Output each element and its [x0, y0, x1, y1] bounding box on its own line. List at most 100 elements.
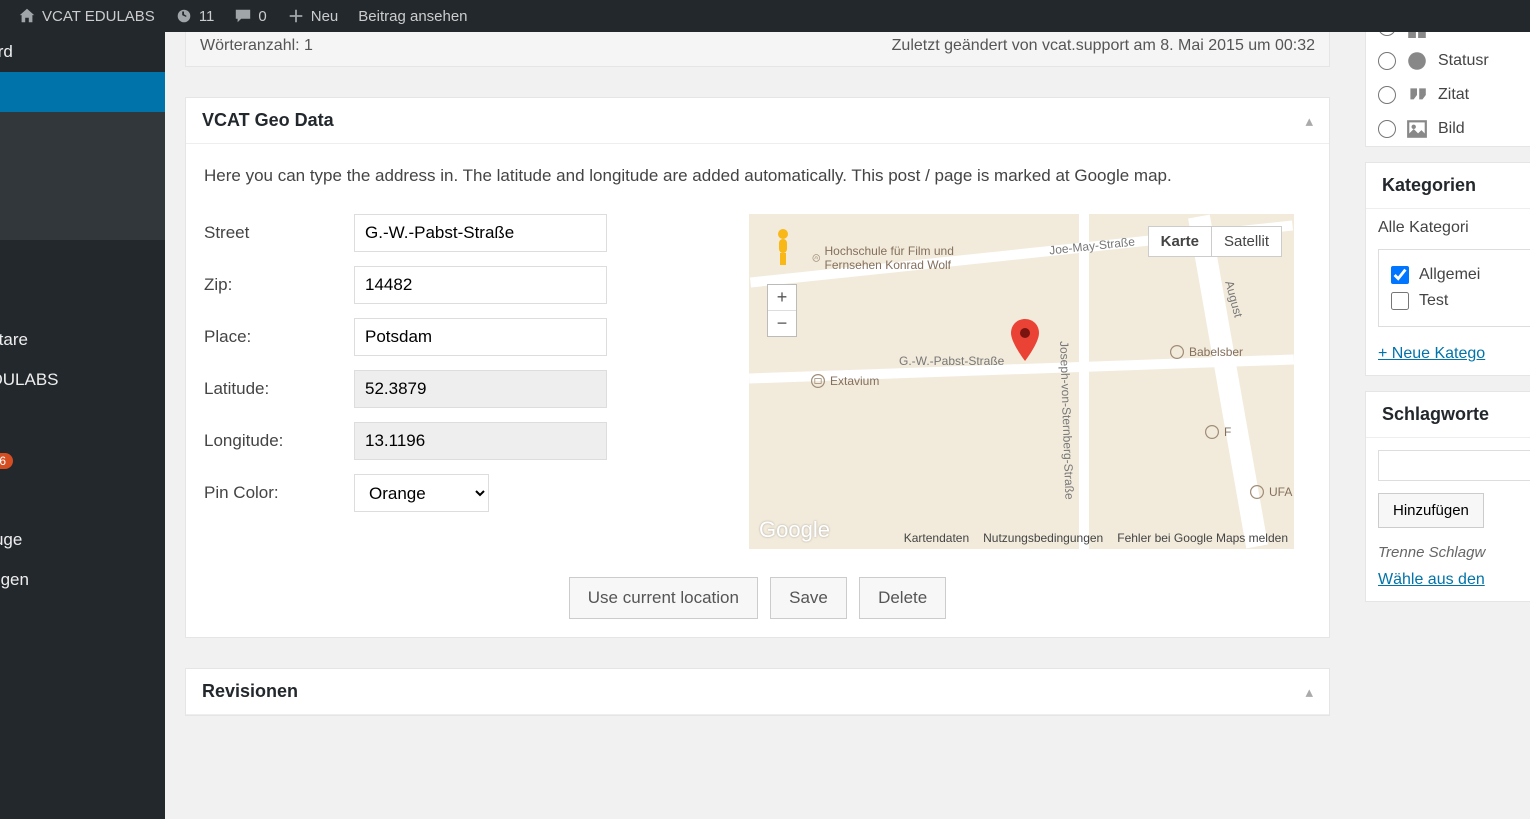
poi-label: F [1204, 424, 1231, 440]
poi-label: Babelsber [1169, 344, 1243, 360]
poi-icon [1249, 484, 1265, 500]
lat-label: Latitude: [204, 379, 354, 399]
tags-header[interactable]: Schlagworte [1366, 392, 1530, 438]
panel-title: Schlagworte [1382, 404, 1489, 425]
sidebar-item[interactable]: eiten [0, 280, 165, 320]
sidebar-item[interactable]: orien [0, 176, 165, 208]
format-label: Zitat [1438, 86, 1469, 104]
category-label: Test [1419, 292, 1448, 310]
revisions-header[interactable]: Revisionen ▴ [186, 669, 1329, 715]
update-icon [175, 7, 193, 25]
road-label: Joe-May-Straße [1049, 235, 1136, 258]
format-radio[interactable] [1378, 52, 1396, 70]
poi-icon [810, 373, 826, 389]
category-checkbox[interactable] [1391, 292, 1409, 310]
adminbar-view-post[interactable]: Beitrag ansehen [348, 8, 477, 25]
collapse-icon[interactable]: ▴ [1305, 683, 1313, 701]
sidebar-item[interactable]: ashboard [0, 32, 165, 72]
sidebar-item[interactable]: len [0, 144, 165, 176]
zip-label: Zip: [204, 275, 354, 295]
category-item[interactable]: Allgemei [1391, 262, 1530, 288]
plus-icon [287, 7, 305, 25]
format-radio[interactable] [1378, 86, 1396, 104]
use-location-button[interactable]: Use current location [569, 577, 758, 619]
sidebar-item[interactable]: nstellungen [0, 560, 165, 600]
poi-icon [1169, 344, 1185, 360]
category-checkbox[interactable] [1391, 266, 1409, 284]
pin-label: Pin Color: [204, 483, 354, 503]
main-content: Wörteranzahl: 1 Zuletzt geändert von vca… [165, 0, 1350, 766]
comment-icon [234, 7, 252, 25]
map-type-satellit[interactable]: Satellit [1211, 226, 1282, 257]
collapse-icon[interactable]: ▴ [1305, 112, 1313, 130]
sidebar-item[interactable]: enutzer [0, 480, 165, 520]
image-icon [1406, 118, 1428, 140]
tag-input[interactable] [1378, 450, 1530, 481]
sidebar-item[interactable]: esign [0, 400, 165, 440]
map-footer-link[interactable]: Kartendaten [904, 531, 969, 545]
categories-tab[interactable]: Alle Kategori [1366, 209, 1530, 237]
sidebar-item[interactable]: eiträge [0, 112, 165, 144]
map-zoom-control: + − [767, 284, 797, 337]
map-footer-link[interactable]: Nutzungsbedingungen [983, 531, 1103, 545]
poi-label: Extavium [810, 373, 879, 389]
geo-data-panel: VCAT Geo Data ▴ Here you can type the ad… [185, 97, 1330, 638]
panel-title: Kategorien [1382, 175, 1476, 196]
zoom-in-button[interactable]: + [768, 285, 796, 311]
place-label: Place: [204, 327, 354, 347]
category-label: Allgemei [1419, 266, 1480, 284]
adminbar-site[interactable]: VCAT EDULABS [8, 7, 165, 25]
pegman-icon[interactable] [767, 226, 799, 270]
sidebar-item[interactable]: ommentare [0, 320, 165, 360]
pin-color-select[interactable]: Orange [354, 474, 489, 512]
road-label: G.-W.-Pabst-Straße [899, 354, 1004, 368]
save-button[interactable]: Save [770, 577, 847, 619]
street-label: Street [204, 223, 354, 243]
sidebar-item[interactable]: gworte [0, 208, 165, 240]
add-category-link[interactable]: + Neue Katego [1366, 339, 1530, 375]
sidebar-item[interactable]: eiträge [0, 72, 165, 112]
admin-bar: VCAT EDULABS 11 0 Neu Beitrag ansehen [0, 0, 1530, 32]
poi-icon [812, 250, 820, 266]
sidebar-item[interactable]: lugins6 [0, 440, 165, 480]
choose-tags-link[interactable]: Wähle aus den [1366, 565, 1530, 601]
longitude-input [354, 422, 607, 460]
format-option[interactable]: Zitat [1366, 78, 1530, 112]
street-input[interactable] [354, 214, 607, 252]
map-marker-icon[interactable] [1011, 319, 1039, 365]
geo-description: Here you can type the address in. The la… [204, 162, 1311, 189]
category-item[interactable]: Test [1391, 288, 1530, 314]
word-count: Wörteranzahl: 1 [200, 37, 313, 55]
status-icon [1406, 50, 1428, 72]
last-modified: Zuletzt geändert von vcat.support am 8. … [892, 37, 1315, 55]
zip-input[interactable] [354, 266, 607, 304]
categories-panel: Kategorien Alle Kategori Allgemei Test + … [1365, 162, 1530, 376]
place-input[interactable] [354, 318, 607, 356]
panel-title: VCAT Geo Data [202, 110, 334, 131]
format-option[interactable]: Statusr [1366, 44, 1530, 78]
poi-label: Hochschule für Film und Fernsehen Konrad… [812, 244, 962, 272]
sidebar-item[interactable]: ledien [0, 240, 165, 280]
tag-hint: Trenne Schlagw [1366, 540, 1530, 565]
categories-header[interactable]: Kategorien [1366, 163, 1530, 209]
adminbar-new[interactable]: Neu [277, 7, 349, 25]
quote-icon [1406, 84, 1428, 106]
format-option[interactable]: Bild [1366, 112, 1530, 146]
format-label: Statusr [1438, 52, 1489, 70]
google-map[interactable]: G.-W.-Pabst-Straße Joe-May-Straße Joseph… [749, 214, 1294, 549]
sidebar-item[interactable]: CAT EDULABS [0, 360, 165, 400]
format-radio[interactable] [1378, 120, 1396, 138]
tags-panel: Schlagworte Hinzufügen Trenne Schlagw Wä… [1365, 391, 1530, 602]
poi-label: UFA [1249, 484, 1292, 500]
adminbar-comments[interactable]: 0 [224, 7, 276, 25]
map-type-karte[interactable]: Karte [1148, 226, 1211, 257]
panel-title: Revisionen [202, 681, 298, 702]
geo-panel-header[interactable]: VCAT Geo Data ▴ [186, 98, 1329, 144]
sidebar-item[interactable]: Verkzeuge [0, 520, 165, 560]
zoom-out-button[interactable]: − [768, 311, 796, 336]
add-tag-button[interactable]: Hinzufügen [1378, 493, 1484, 528]
adminbar-updates[interactable]: 11 [165, 7, 225, 25]
map-footer-link[interactable]: Fehler bei Google Maps melden [1117, 531, 1288, 545]
delete-button[interactable]: Delete [859, 577, 946, 619]
home-icon [18, 7, 36, 25]
